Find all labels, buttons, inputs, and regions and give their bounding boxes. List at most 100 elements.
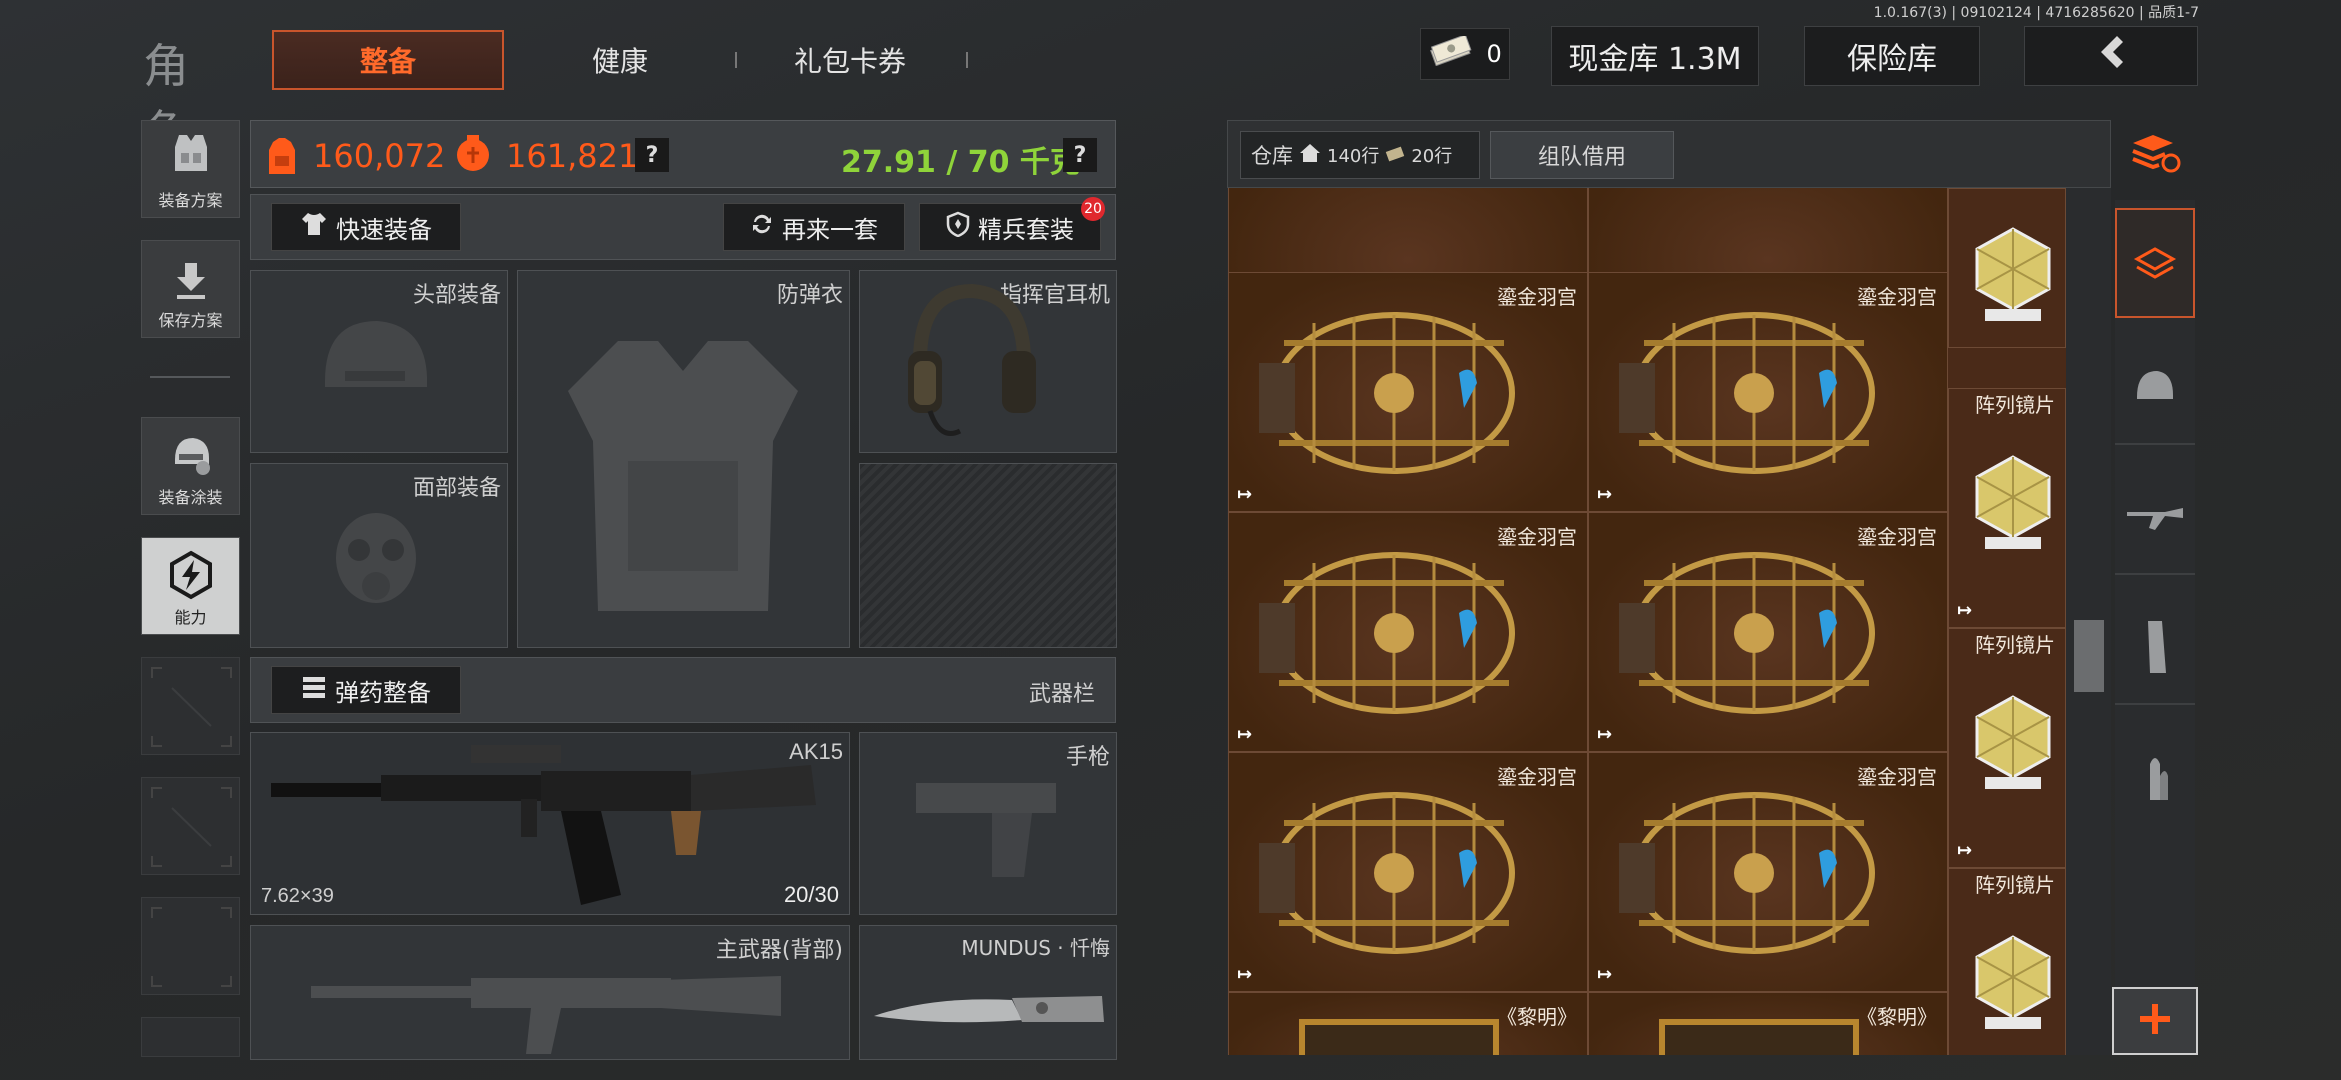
inventory-item-painting[interactable]: 《黎明》 bbox=[1588, 992, 1948, 1055]
tab-gift-coupons[interactable]: 礼包卡券 bbox=[780, 30, 920, 90]
weight-help-button[interactable]: ? bbox=[1063, 138, 1097, 172]
sidebar-item-label: 装备方案 bbox=[158, 191, 223, 210]
cash-vault-button[interactable]: 现金库 1.3M bbox=[1551, 26, 1759, 86]
item-name: 阵列镜片 bbox=[1975, 873, 2055, 897]
lens-array-icon bbox=[1971, 225, 2055, 329]
elite-set-badge: 20 bbox=[1081, 197, 1105, 221]
version-info: 1.0.167(3) | 09102124 | 4716285620 | 品质1… bbox=[1873, 5, 2199, 21]
empty-sidebar-slot bbox=[141, 657, 240, 755]
category-ammo[interactable] bbox=[2115, 725, 2195, 835]
back-weapon-slot[interactable]: 主武器(背部) bbox=[250, 925, 850, 1060]
head-slot[interactable]: 头部装备 bbox=[250, 270, 508, 453]
pistol-slot[interactable]: 手枪 bbox=[859, 732, 1117, 915]
birdcage-icon bbox=[1259, 543, 1549, 727]
melee-slot-label: MUNDUS · 忏悔 bbox=[961, 936, 1110, 960]
pistol-icon bbox=[912, 773, 1062, 887]
layers-refresh-icon bbox=[2129, 131, 2181, 179]
sidebar-divider bbox=[150, 376, 230, 378]
helmet-icon bbox=[2133, 367, 2177, 411]
inventory-item-cage[interactable]: 鎏金羽宫 ↦ bbox=[1228, 272, 1588, 512]
equipment-skin-button[interactable]: 装备涂装 bbox=[141, 417, 240, 515]
melee-slot[interactable]: MUNDUS · 忏悔 bbox=[859, 925, 1117, 1060]
armor-slot-label: 防弹衣 bbox=[776, 283, 843, 308]
cash-counter[interactable]: 0 bbox=[1420, 28, 1510, 80]
house-icon bbox=[1299, 143, 1321, 168]
quick-equip-button[interactable]: 快速装备 bbox=[271, 203, 461, 251]
tab-equip[interactable]: 整备 bbox=[272, 30, 504, 90]
item-name: 阵列镜片 bbox=[1975, 633, 2055, 657]
back-button[interactable] bbox=[2024, 26, 2198, 86]
item-name: 阵列镜片 bbox=[1975, 393, 2055, 417]
category-helmet[interactable] bbox=[2115, 335, 2195, 445]
stats-bar: 160,072 161,821 ? 27.91 / 70 千克 ? bbox=[250, 120, 1116, 188]
empty-sidebar-slot bbox=[141, 897, 240, 995]
elite-set-label: 精兵套装 bbox=[978, 215, 1074, 244]
back-weapon-label: 主武器(背部) bbox=[715, 938, 843, 963]
safe-box-button[interactable]: 保险库 bbox=[1804, 26, 1980, 86]
warehouse-grid: ↦ ↦ 鎏金羽宫 ↦ 鎏金羽宫 ↦ 鎏金羽宫 ↦ 鎏金羽宫 ↦ 鎏金羽宫 ↦ 鎏… bbox=[1228, 188, 2066, 1055]
elite-set-button[interactable]: 精兵套装 bbox=[919, 203, 1101, 251]
lens-array-icon bbox=[1971, 933, 2055, 1037]
warehouse-scrollbar-thumb[interactable] bbox=[2074, 620, 2104, 692]
inventory-item-painting[interactable]: 《黎明》 bbox=[1228, 992, 1588, 1055]
weight-readout: 27.91 / 70 千克 bbox=[841, 145, 1080, 180]
category-all[interactable] bbox=[2115, 208, 2195, 318]
download-icon bbox=[169, 259, 213, 307]
helmet-icon bbox=[315, 311, 435, 415]
rifle-icon bbox=[2125, 502, 2185, 536]
refresh-icon bbox=[750, 212, 774, 242]
face-slot[interactable]: 面部装备 bbox=[250, 463, 508, 648]
equip-again-label: 再来一套 bbox=[782, 215, 878, 244]
knife-icon bbox=[872, 976, 1108, 1050]
value-help-button[interactable]: ? bbox=[635, 138, 669, 172]
category-weapon[interactable] bbox=[2115, 465, 2195, 575]
ammo-prep-button[interactable]: 弹药整备 bbox=[271, 666, 461, 714]
inventory-item-cage[interactable]: 鎏金羽宫 ↦ bbox=[1228, 512, 1588, 752]
inventory-item-cage[interactable]: 鎏金羽宫 ↦ bbox=[1228, 752, 1588, 992]
ammo-list-icon bbox=[301, 675, 327, 705]
ticket-icon bbox=[1385, 143, 1405, 167]
backpack-icon bbox=[267, 134, 297, 180]
move-icon: ↦ bbox=[1597, 484, 1613, 505]
inventory-item-cage[interactable]: 鎏金羽宫 ↦ bbox=[1588, 272, 1948, 512]
warehouse-rows: 140行 bbox=[1327, 146, 1380, 167]
layers-refresh-button[interactable] bbox=[2115, 120, 2195, 190]
category-nav bbox=[2115, 200, 2195, 990]
warehouse-scroll-track[interactable] bbox=[2070, 188, 2110, 1055]
birdcage-icon bbox=[1619, 543, 1909, 727]
shirt-icon bbox=[300, 211, 328, 243]
empty-equipment-slot[interactable] bbox=[859, 463, 1117, 648]
save-plan-button[interactable]: 保存方案 bbox=[141, 240, 240, 338]
lens-array-icon bbox=[1971, 453, 2055, 557]
primary-weapon-slot[interactable]: AK15 7.62×39 20/30 bbox=[250, 732, 850, 915]
caliber-label: 7.62×39 bbox=[261, 885, 334, 907]
team-borrow-tab[interactable]: 组队借用 bbox=[1490, 131, 1674, 179]
shield-icon bbox=[946, 211, 970, 243]
move-icon: ↦ bbox=[1237, 484, 1253, 505]
inventory-item-cage[interactable]: 鎏金羽宫 ↦ bbox=[1588, 752, 1948, 992]
inventory-item-lens[interactable]: 阵列镜片 bbox=[1948, 868, 2066, 1055]
lightning-gear-icon bbox=[166, 550, 216, 604]
inventory-item-cage[interactable]: 鎏金羽宫 ↦ bbox=[1588, 512, 1948, 752]
sidebar-item-label: 装备涂装 bbox=[158, 488, 223, 507]
layers-icon bbox=[2133, 239, 2177, 287]
equip-again-button[interactable]: 再来一套 bbox=[723, 203, 905, 251]
tab-health[interactable]: 健康 bbox=[560, 30, 680, 90]
move-icon: ↦ bbox=[1957, 600, 1973, 621]
add-button[interactable] bbox=[2112, 987, 2198, 1055]
ability-button[interactable]: 能力 bbox=[141, 537, 240, 635]
armor-slot[interactable]: 防弹衣 bbox=[517, 270, 850, 648]
equipment-plan-button[interactable]: 装备方案 bbox=[141, 120, 240, 218]
inventory-item-lens[interactable]: 阵列镜片 ↦ bbox=[1948, 388, 2066, 628]
plus-icon bbox=[2137, 1001, 2173, 1041]
cash-count: 0 bbox=[1486, 40, 1502, 68]
inventory-item-lens[interactable] bbox=[1948, 188, 2066, 348]
lens-array-icon bbox=[1971, 693, 2055, 797]
category-magazine[interactable] bbox=[2115, 595, 2195, 705]
inventory-item-lens[interactable]: 阵列镜片 ↦ bbox=[1948, 628, 2066, 868]
rifle-silhouette-icon bbox=[311, 966, 781, 1060]
birdcage-icon bbox=[1619, 783, 1909, 967]
headset-slot[interactable]: 指挥官耳机 bbox=[859, 270, 1117, 453]
warehouse-tab[interactable]: 仓库 140行 20行 bbox=[1240, 131, 1480, 179]
warehouse-header: 仓库 140行 20行 组队借用 bbox=[1227, 120, 2111, 188]
